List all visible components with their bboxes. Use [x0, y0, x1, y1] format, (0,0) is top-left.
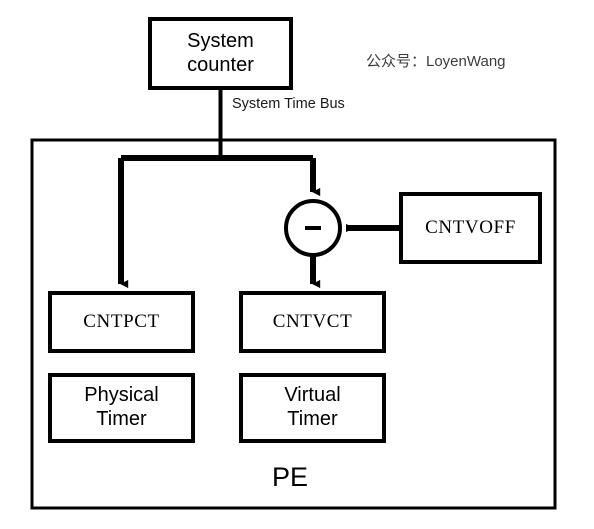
diagram-root: System counter System Time Bus 公众号：Loyen…: [0, 0, 594, 529]
cntpct-register-rect[interactable]: [48, 291, 195, 353]
minus-icon: [305, 226, 321, 230]
cntvct-register-rect[interactable]: [239, 291, 386, 353]
pe-container-label: PE: [272, 462, 309, 492]
physical-timer-rect[interactable]: [48, 373, 195, 443]
diagram-canvas: [30, 17, 557, 510]
cntvoff-register-rect[interactable]: [399, 192, 542, 264]
virtual-timer-rect[interactable]: [239, 373, 386, 443]
watermark-label: 公众号：LoyenWang: [366, 53, 506, 70]
system-counter-rect[interactable]: [148, 17, 293, 90]
system-time-bus-label: System Time Bus: [232, 96, 345, 112]
